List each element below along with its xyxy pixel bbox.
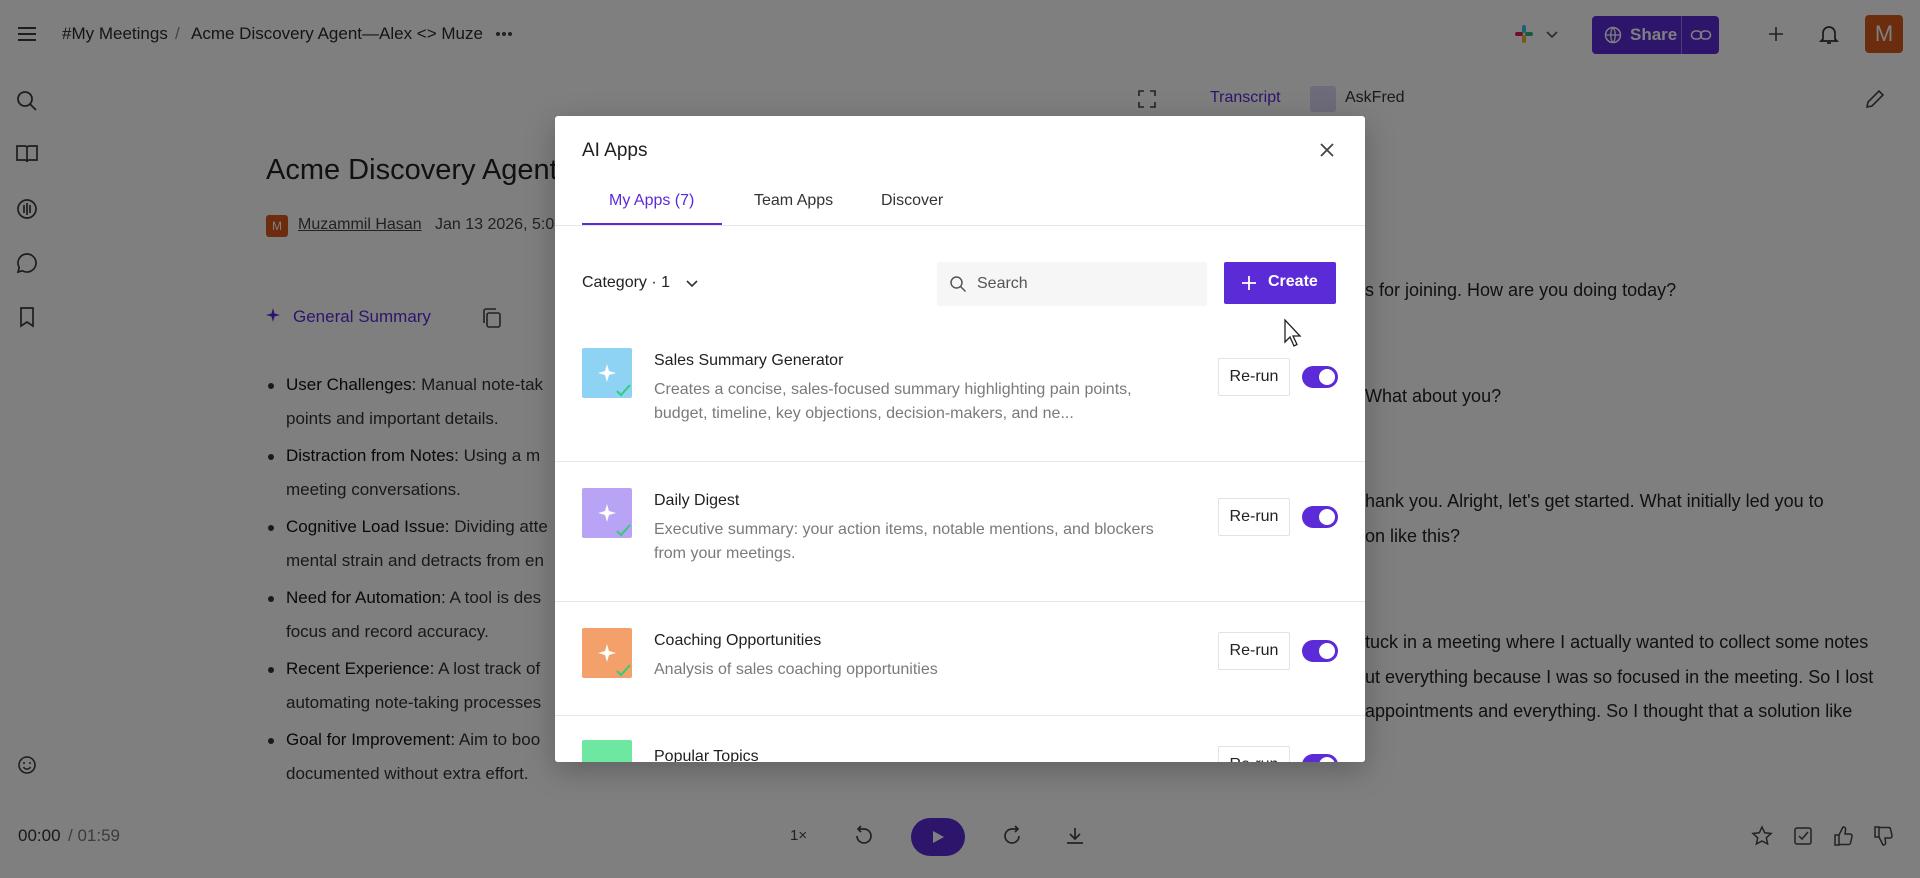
toggle-knob — [1319, 643, 1335, 659]
app-icon — [582, 628, 632, 678]
app-description: Analysis of sales coaching opportunities — [654, 661, 938, 678]
create-label: Create — [1268, 273, 1318, 290]
rerun-button[interactable]: Re-run — [1218, 632, 1290, 670]
app-row: Sales Summary Generator Creates a concis… — [555, 322, 1365, 462]
sparkle-icon — [597, 643, 617, 663]
app-icon — [582, 740, 632, 762]
app-name: Popular Topics — [654, 748, 759, 762]
toggle-knob — [1319, 757, 1335, 762]
app-icon — [582, 348, 632, 398]
tab-my-apps[interactable]: My Apps (7) — [609, 192, 694, 210]
mouse-cursor — [1283, 318, 1303, 348]
rerun-button[interactable]: Re-run — [1218, 746, 1290, 762]
chevron-down-icon — [681, 274, 699, 292]
active-tab-indicator — [582, 223, 722, 225]
app-row: Coaching Opportunities Analysis of sales… — [555, 602, 1365, 716]
check-icon — [616, 524, 631, 537]
app-row: Popular Topics Re-run — [555, 716, 1365, 762]
app-list: Sales Summary Generator Creates a concis… — [555, 322, 1365, 762]
tab-team-apps[interactable]: Team Apps — [754, 192, 833, 210]
app-enabled-toggle[interactable] — [1302, 506, 1338, 528]
search-field[interactable] — [937, 262, 1207, 306]
app-enabled-toggle[interactable] — [1302, 366, 1338, 388]
app-description: Executive summary: your action items, no… — [654, 521, 1154, 562]
search-input[interactable] — [977, 262, 1197, 306]
app-enabled-toggle[interactable] — [1302, 640, 1338, 662]
app-icon — [582, 488, 632, 538]
ai-apps-dialog: AI Apps My Apps (7) Team Apps Discover C… — [555, 116, 1365, 762]
sparkle-icon — [597, 363, 617, 383]
dialog-tabs: My Apps (7) Team Apps Discover — [555, 180, 1365, 226]
app-name: Sales Summary Generator — [654, 352, 844, 369]
toggle-knob — [1319, 369, 1335, 385]
check-icon — [616, 384, 631, 397]
tab-discover[interactable]: Discover — [881, 192, 943, 210]
sparkle-icon — [597, 503, 617, 523]
app-enabled-toggle[interactable] — [1302, 754, 1338, 762]
search-icon — [949, 275, 967, 293]
dialog-title: AI Apps — [582, 140, 648, 161]
app-name: Daily Digest — [654, 492, 740, 509]
toggle-knob — [1319, 509, 1335, 525]
check-icon — [616, 664, 631, 677]
category-label: Category · 1 — [582, 274, 671, 292]
close-icon[interactable] — [1315, 138, 1339, 162]
category-filter[interactable]: Category · 1 — [582, 274, 699, 292]
app-description: Creates a concise, sales-focused summary… — [654, 381, 1132, 422]
create-button[interactable]: Create — [1224, 262, 1336, 304]
rerun-button[interactable]: Re-run — [1218, 498, 1290, 536]
app-row: Daily Digest Executive summary: your act… — [555, 462, 1365, 602]
app-name: Coaching Opportunities — [654, 632, 822, 649]
rerun-button[interactable]: Re-run — [1218, 358, 1290, 396]
plus-icon — [1240, 274, 1258, 292]
